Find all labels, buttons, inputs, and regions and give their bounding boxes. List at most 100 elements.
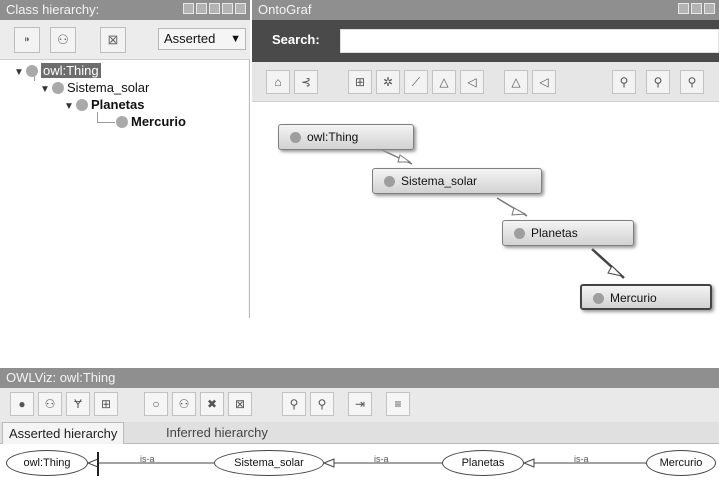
edge-arrowhead xyxy=(511,207,527,216)
restore-icon[interactable] xyxy=(678,3,689,14)
pin-icon[interactable] xyxy=(183,3,194,14)
maximize-icon[interactable] xyxy=(222,3,233,14)
tree-up-layout-button[interactable]: △ xyxy=(504,70,528,94)
expand-triangle-icon[interactable]: ▼ xyxy=(64,99,76,115)
show-superclasses-button[interactable]: Ɏ xyxy=(66,392,90,416)
fit-icon: ⊠ xyxy=(234,397,246,411)
zoom-fit-button[interactable]: ⚲ xyxy=(680,70,704,94)
grid-layout-button[interactable]: ⊞ xyxy=(348,70,372,94)
class-hierarchy-toolbar: ⁍ ⚇ ⊠ Asserted ▼ xyxy=(0,20,250,60)
grid-button[interactable]: ⊞ xyxy=(94,392,118,416)
tree-left-layout-button[interactable]: ◁ xyxy=(460,70,484,94)
hierarchy-mode-value: Asserted xyxy=(164,31,216,46)
zoom-in-button[interactable]: ⚲ xyxy=(612,70,636,94)
is-a-label: is-a xyxy=(574,454,589,464)
zoom-out-button[interactable]: ⚲ xyxy=(282,392,306,416)
show-class-button[interactable]: ● xyxy=(10,392,34,416)
class-icon xyxy=(76,99,88,111)
edge-arrowhead xyxy=(522,458,535,468)
search-input[interactable] xyxy=(340,29,719,53)
grid-icon: ⊞ xyxy=(100,397,112,411)
tab-asserted-hierarchy[interactable]: Asserted hierarchy xyxy=(2,422,125,444)
tree-connector xyxy=(97,122,115,123)
tree-button[interactable]: ⚇ xyxy=(172,392,196,416)
class-tree: ▼ owl:Thing ▼ Sistema_solar ▼ Planetas Merc… xyxy=(0,60,248,318)
flow-button[interactable]: ⊰ xyxy=(294,70,318,94)
tree-connector xyxy=(97,112,98,122)
tree-node-owl-thing[interactable]: ▼ owl:Thing xyxy=(14,63,101,79)
ontograf-panel: OntoGraf Search: ⌂ ⊰ ⊞ ✲ ⟋ △ ◁ △ ◁ ⚲ ⚲ ⚲ xyxy=(252,0,719,318)
ontograf-toolbar: ⌂ ⊰ ⊞ ✲ ⟋ △ ◁ △ ◁ ⚲ ⚲ ⚲ xyxy=(252,62,719,102)
zoom-out-button[interactable]: ⚲ xyxy=(646,70,670,94)
owlviz-node-mercurio[interactable]: Mercurio xyxy=(646,450,716,476)
graph-node-mercurio[interactable]: Mercurio xyxy=(580,284,712,310)
show-subclasses-button[interactable]: ⚇ xyxy=(38,392,62,416)
class-icon: ● xyxy=(18,397,26,411)
restore-icon[interactable] xyxy=(196,3,207,14)
edge-arrowhead xyxy=(397,154,412,163)
graph-node-label: owl:Thing xyxy=(307,130,359,144)
zoom-fit-icon: ⚲ xyxy=(687,75,697,89)
ontograf-title: OntoGraf xyxy=(258,2,312,17)
chevron-down-icon: ▼ xyxy=(230,33,241,45)
owlviz-node-label: Planetas xyxy=(461,457,505,469)
owlviz-title: OWLViz: owl:Thing xyxy=(6,370,116,385)
circle-button[interactable]: ○ xyxy=(144,392,168,416)
owlviz-node-planetas[interactable]: Planetas xyxy=(442,450,524,476)
close-icon[interactable] xyxy=(235,3,246,14)
export-button[interactable]: ⇥ xyxy=(348,392,372,416)
graph-node-owl-thing[interactable]: owl:Thing xyxy=(278,124,414,150)
edge-arrowhead xyxy=(607,265,624,277)
owlviz-node-sistema-solar[interactable]: Sistema_solar xyxy=(214,450,324,476)
class-icon xyxy=(26,65,38,77)
tree-node-sistema-solar[interactable]: ▼ Sistema_solar xyxy=(40,80,149,96)
owlviz-panel: OWLViz: owl:Thing ● ⚇ Ɏ ⊞ ○ ⚇ ✖ ⊠ ⚲ ⚲ ⇥ … xyxy=(0,368,719,482)
owlviz-graph-canvas[interactable]: owl:Thing is-a Sistema_solar is-a Planet… xyxy=(0,444,719,482)
tab-inferred-hierarchy[interactable]: Inferred hierarchy xyxy=(160,422,274,444)
expand-triangle-icon[interactable]: ▼ xyxy=(40,82,52,98)
hierarchy-mode-select[interactable]: Asserted ▼ xyxy=(158,28,246,50)
owlviz-node-label: Mercurio xyxy=(659,457,703,469)
tree-node-label: Mercurio xyxy=(131,114,186,129)
zoom-out-icon: ⚲ xyxy=(653,75,663,89)
ontograf-graph-canvas[interactable]: owl:Thing Sistema_solar Planetas Mercuri… xyxy=(252,102,719,318)
minimize-icon[interactable] xyxy=(209,3,220,14)
class-icon xyxy=(116,116,128,128)
tree-node-label: Sistema_solar xyxy=(67,80,150,95)
edge-arrowhead xyxy=(86,458,99,468)
tree-right-layout-button[interactable]: ◁ xyxy=(532,70,556,94)
export-icon: ⇥ xyxy=(354,397,366,411)
collapse-button[interactable]: ✖ xyxy=(200,392,224,416)
tree-down-icon: △ xyxy=(439,75,449,89)
zoom-in-icon: ⚲ xyxy=(619,75,629,89)
radial-layout-button[interactable]: ✲ xyxy=(376,70,400,94)
delete-class-button[interactable]: ⊠ xyxy=(100,27,126,53)
zoom-in-button[interactable]: ⚲ xyxy=(310,392,334,416)
tree-node-planetas[interactable]: ▼ Planetas xyxy=(64,97,144,113)
maximize-icon[interactable] xyxy=(704,3,715,14)
graph-node-label: Sistema_solar xyxy=(401,174,478,188)
spring-layout-button[interactable]: ⟋ xyxy=(404,70,428,94)
graph-node-planetas[interactable]: Planetas xyxy=(502,220,634,246)
class-icon xyxy=(52,82,64,94)
ontograf-search-bar: Search: xyxy=(252,20,719,62)
radial-icon: ✲ xyxy=(382,75,394,89)
owlviz-node-owl-thing[interactable]: owl:Thing xyxy=(6,450,88,476)
expand-triangle-icon[interactable]: ▼ xyxy=(14,65,26,81)
graph-node-sistema-solar[interactable]: Sistema_solar xyxy=(372,168,542,194)
is-a-label: is-a xyxy=(140,454,155,464)
minimize-icon[interactable] xyxy=(691,3,702,14)
add-subclass-button[interactable]: ⁍ xyxy=(14,27,40,53)
tree-left-icon: ◁ xyxy=(467,75,477,89)
home-icon: ⌂ xyxy=(274,75,282,89)
tree-down-layout-button[interactable]: △ xyxy=(432,70,456,94)
superclass-icon: Ɏ xyxy=(73,397,82,411)
tree-node-label: Planetas xyxy=(91,97,145,112)
class-hierarchy-title: Class hierarchy: xyxy=(6,2,100,17)
zoom-out-icon: ⚲ xyxy=(289,397,299,411)
fit-button[interactable]: ⊠ xyxy=(228,392,252,416)
options-button[interactable]: ≡ xyxy=(386,392,410,416)
add-sibling-button[interactable]: ⚇ xyxy=(50,27,76,53)
tree-node-mercurio[interactable]: Mercurio xyxy=(116,114,186,130)
home-button[interactable]: ⌂ xyxy=(266,70,290,94)
